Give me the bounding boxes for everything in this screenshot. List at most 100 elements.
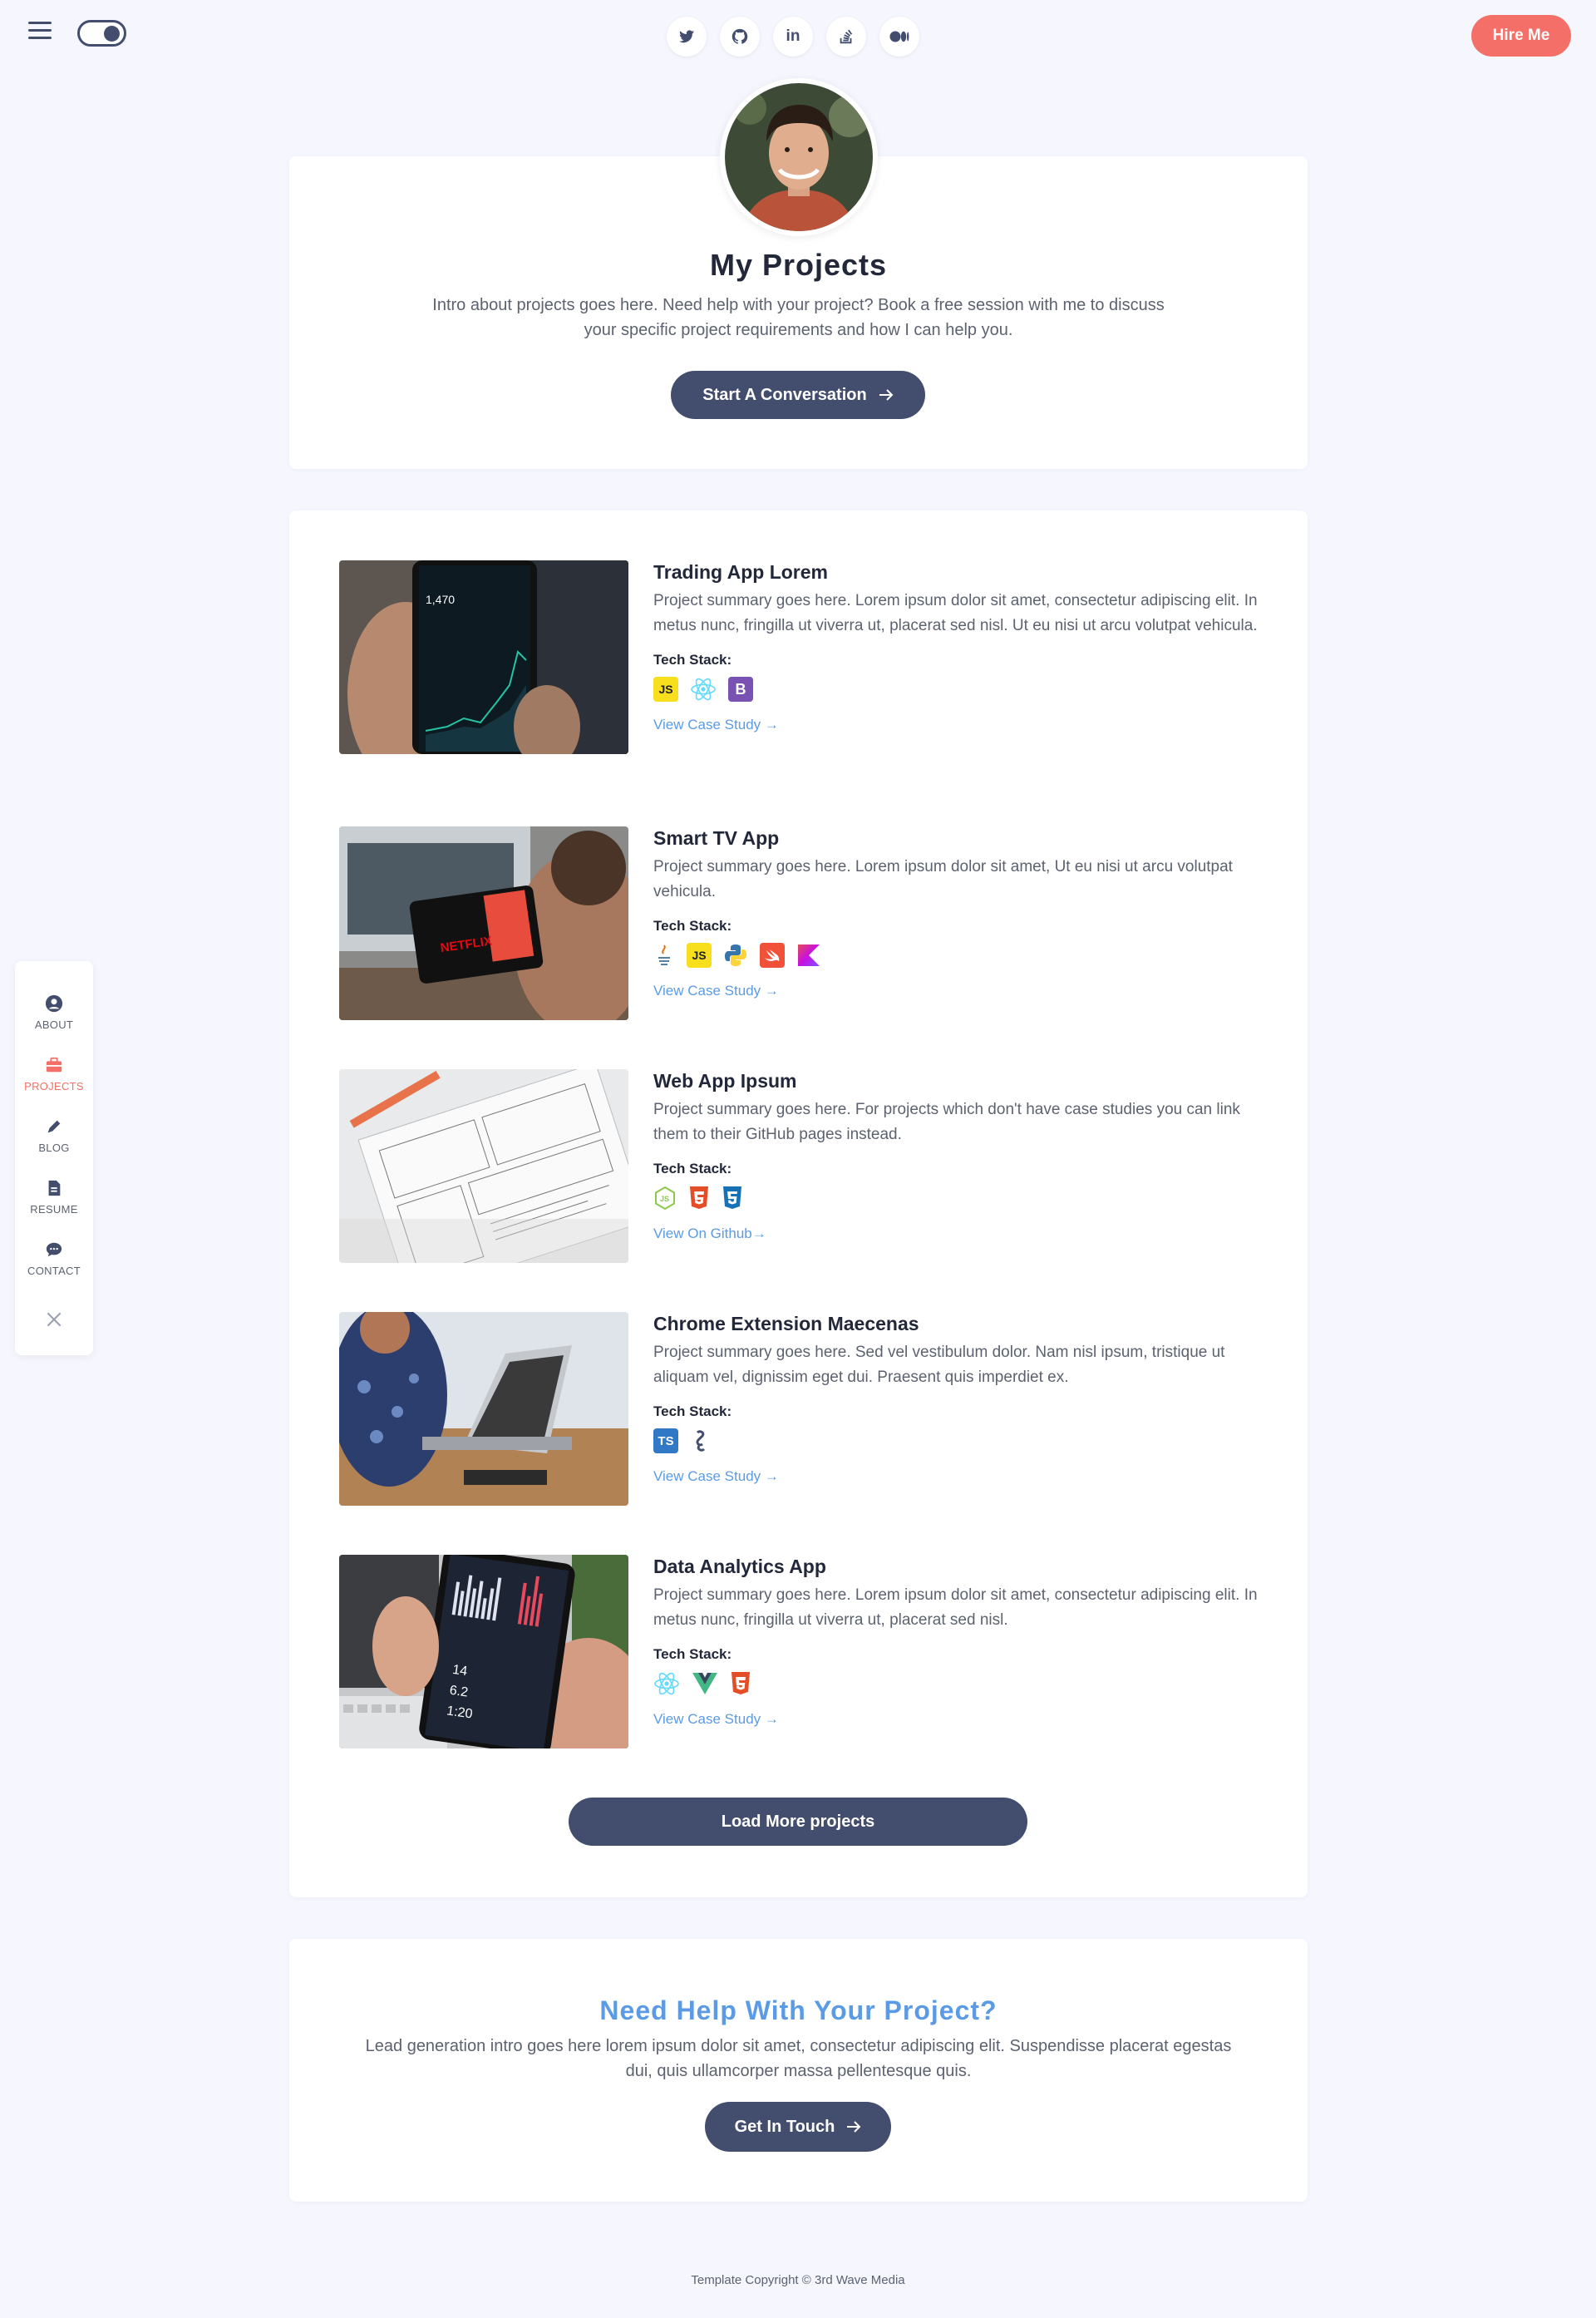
profile-photo: [725, 83, 873, 231]
project-title: Web App Ipsum: [653, 1070, 797, 1092]
view-case-study-link[interactable]: View Case Study →: [653, 1468, 779, 1485]
css3-icon: [723, 1186, 741, 1209]
nav-item-contact[interactable]: CONTACT: [15, 1240, 93, 1279]
html5-icon: [732, 1672, 750, 1694]
view-case-study-link[interactable]: View Case Study →: [653, 983, 779, 999]
twitter-icon[interactable]: [667, 17, 707, 57]
project-summary: Project summary goes here. Lorem ipsum d…: [653, 592, 1258, 634]
start-conversation-button[interactable]: Start A Conversation: [671, 371, 925, 419]
bootstrap-icon: B: [728, 677, 753, 702]
projects-card: 1,470 Trading App Lorem Project summary …: [289, 510, 1308, 1897]
linkedin-icon[interactable]: in: [773, 17, 813, 57]
typescript-icon: TS: [653, 1428, 678, 1453]
cta-title: Need Help With Your Project?: [599, 1995, 998, 2025]
pen-icon: [47, 1120, 61, 1133]
footer-copyright: Template Copyright © 3rd Wave Media: [691, 2273, 905, 2287]
webpack-icon: [696, 1430, 706, 1452]
nodejs-icon: JS: [655, 1186, 675, 1211]
file-icon: [48, 1180, 61, 1196]
swift-icon: [760, 943, 785, 968]
svg-text:6.2: 6.2: [449, 1684, 469, 1700]
hire-me-button[interactable]: Hire Me: [1471, 15, 1571, 57]
close-icon[interactable]: [43, 1309, 65, 1330]
project-title: Chrome Extension Maecenas: [653, 1313, 919, 1334]
chat-icon: [46, 1242, 62, 1257]
project-item: Chrome Extension Maecenas Project summar…: [339, 1312, 1262, 1506]
project-thumbnail[interactable]: [339, 1312, 628, 1506]
javascript-icon: JS: [687, 943, 712, 968]
load-more-button[interactable]: Load More projects: [569, 1798, 1027, 1846]
cta-text: Lead generation intro goes here lorem ip…: [365, 2037, 1232, 2080]
project-summary: Project summary goes here. Lorem ipsum d…: [653, 1586, 1258, 1629]
nav-item-projects[interactable]: PROJECTS: [15, 1056, 93, 1094]
vue-icon: [692, 1673, 717, 1694]
nav-label: ABOUT: [34, 1018, 74, 1031]
briefcase-icon: [46, 1057, 62, 1073]
project-body: Trading App Lorem Project summary goes h…: [653, 560, 1262, 733]
tech-stack-label: Tech Stack:: [653, 918, 732, 934]
side-nav: ABOUT PROJECTS BLOG RESUME CONTACT: [15, 961, 93, 1355]
medium-icon[interactable]: [879, 17, 919, 57]
cta-card: Need Help With Your Project? Lead genera…: [289, 1939, 1308, 2202]
tech-stack: JS B: [653, 677, 1262, 702]
view-on-github-link[interactable]: View On Github→: [653, 1226, 766, 1242]
menu-icon[interactable]: [28, 22, 52, 42]
github-icon[interactable]: [720, 17, 760, 57]
svg-text:1,470: 1,470: [426, 593, 455, 606]
stack-overflow-icon[interactable]: [826, 17, 866, 57]
project-item: 14 6.2 1:20 Data Analytics App Project s…: [339, 1555, 1262, 1748]
project-body: Chrome Extension Maecenas Project summar…: [653, 1312, 1262, 1485]
user-icon: [45, 994, 63, 1013]
kotlin-icon: [798, 944, 820, 966]
project-body: Smart TV App Project summary goes here. …: [653, 826, 1262, 999]
dark-mode-toggle[interactable]: [77, 20, 126, 47]
javascript-icon: JS: [653, 677, 678, 702]
view-case-study-link[interactable]: View Case Study →: [653, 717, 779, 733]
button-label: Get In Touch: [734, 2117, 835, 2136]
tech-stack: JS: [653, 943, 1262, 968]
nav-label: BLOG: [38, 1142, 70, 1154]
project-summary: Project summary goes here. Sed vel vesti…: [653, 1344, 1225, 1386]
python-icon: [725, 944, 746, 966]
tech-stack-label: Tech Stack:: [653, 1161, 732, 1176]
project-thumbnail[interactable]: 14 6.2 1:20: [339, 1555, 628, 1748]
tech-stack: JS: [653, 1186, 1262, 1211]
nav-item-blog[interactable]: BLOG: [15, 1117, 93, 1156]
tech-stack-label: Tech Stack:: [653, 1646, 732, 1662]
project-title: Data Analytics App: [653, 1556, 826, 1577]
svg-text:JS: JS: [660, 1195, 669, 1203]
project-item: Web App Ipsum Project summary goes here.…: [339, 1069, 1262, 1263]
tech-stack: [653, 1671, 1262, 1696]
get-in-touch-button[interactable]: Get In Touch: [705, 2102, 891, 2152]
svg-text:14: 14: [451, 1663, 468, 1679]
intro-text: Intro about projects goes here. Need hel…: [432, 296, 1165, 339]
project-summary: Project summary goes here. For projects …: [653, 1101, 1240, 1143]
project-thumbnail[interactable]: [339, 1069, 628, 1263]
project-item: 1,470 Trading App Lorem Project summary …: [339, 560, 1262, 754]
project-title: Trading App Lorem: [653, 561, 828, 583]
arrow-right-icon: [847, 2121, 861, 2133]
nav-item-about[interactable]: ABOUT: [15, 994, 93, 1033]
view-case-study-link[interactable]: View Case Study →: [653, 1711, 779, 1728]
page-title: My Projects: [709, 248, 888, 282]
react-icon: [691, 678, 716, 701]
java-icon: [658, 944, 670, 965]
button-label: Start A Conversation: [702, 385, 867, 404]
nav-label: PROJECTS: [24, 1080, 84, 1092]
project-body: Data Analytics App Project summary goes …: [653, 1555, 1262, 1728]
project-item: NETFLIX Smart TV App Project summary goe…: [339, 826, 1262, 1020]
project-thumbnail[interactable]: 1,470: [339, 560, 628, 754]
toggle-knob: [104, 26, 120, 42]
top-bar: in Hire Me: [0, 0, 1596, 72]
nav-item-resume[interactable]: RESUME: [15, 1179, 93, 1217]
project-title: Smart TV App: [653, 827, 780, 849]
avatar: [720, 78, 878, 236]
project-summary: Project summary goes here. Lorem ipsum d…: [653, 858, 1233, 900]
tech-stack: TS: [653, 1428, 1262, 1453]
html5-icon: [690, 1186, 708, 1209]
social-links: in: [667, 17, 919, 57]
react-icon: [654, 1672, 679, 1695]
project-body: Web App Ipsum Project summary goes here.…: [653, 1069, 1262, 1242]
tech-stack-label: Tech Stack:: [653, 652, 732, 668]
project-thumbnail[interactable]: NETFLIX: [339, 826, 628, 1020]
